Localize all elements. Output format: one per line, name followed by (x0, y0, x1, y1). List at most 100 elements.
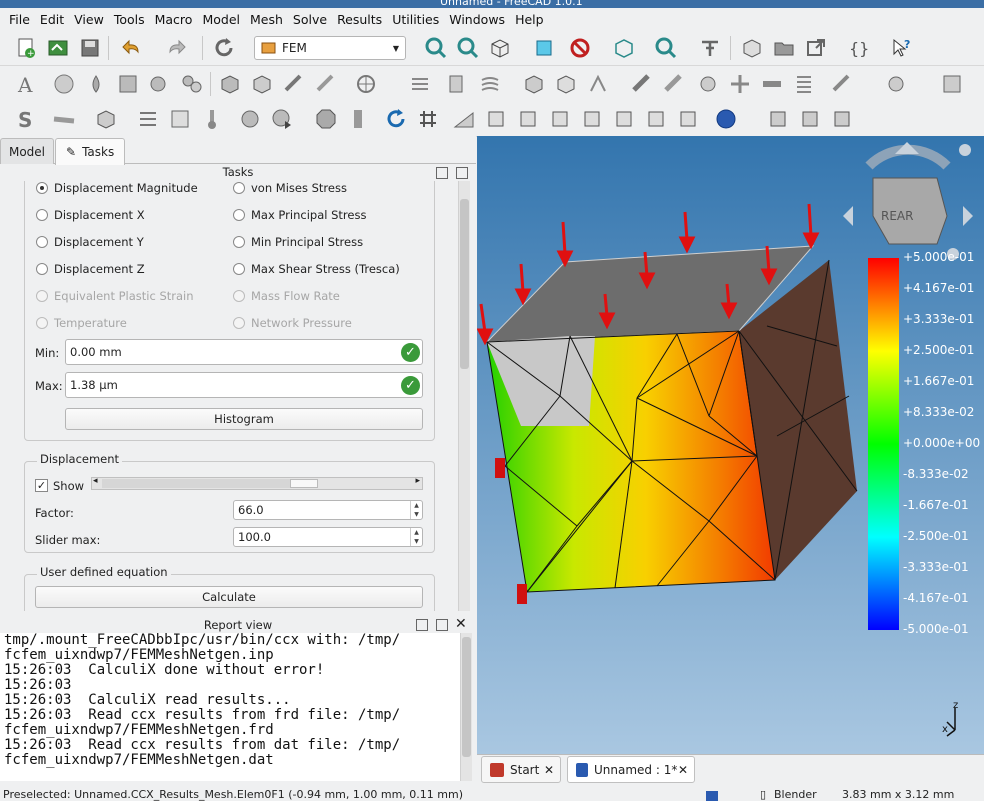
box-icon-3[interactable] (830, 107, 854, 131)
results-spring-icon[interactable] (792, 72, 816, 96)
analysis-annotation-icon[interactable]: A (14, 72, 38, 97)
macro-braces-icon[interactable]: {} (846, 36, 870, 60)
results-mesh-icon[interactable] (728, 72, 752, 96)
solver-equation-icon[interactable] (696, 72, 720, 96)
section-print-icon[interactable] (136, 107, 160, 131)
mesh-icon[interactable] (522, 72, 546, 96)
solver-run-icon[interactable] (662, 72, 686, 96)
element-geometry-icon[interactable] (218, 72, 242, 96)
spin-arrows-icon[interactable]: ▲ ▼ (410, 501, 422, 519)
report-scrollbar[interactable] (460, 633, 472, 781)
animate-icon[interactable] (270, 107, 294, 131)
standard-views-icon[interactable] (488, 36, 512, 60)
thermometer-icon[interactable] (200, 107, 224, 131)
mesh-display-icon[interactable] (168, 107, 192, 131)
undock-panel-icon[interactable] (456, 167, 468, 179)
view-top-icon[interactable] (548, 107, 572, 131)
menu-windows[interactable]: Windows (444, 12, 510, 27)
close-icon[interactable]: ✕ (678, 763, 688, 777)
workbench-selector[interactable]: FEM ▼ (254, 36, 406, 60)
view-iso-icon[interactable] (484, 107, 508, 131)
navigation-cube[interactable]: REAR (843, 142, 973, 260)
open-document-icon[interactable] (46, 36, 70, 60)
undock-report-icon[interactable] (436, 619, 448, 631)
tab-tasks[interactable]: ✎ Tasks (55, 138, 125, 165)
displacement-slider[interactable]: ◂ ▸ (91, 476, 423, 490)
slider-handle[interactable] (290, 479, 318, 488)
menu-file[interactable]: File (4, 12, 35, 27)
radio-max-shear[interactable]: Max Shear Stress (Tresca) (233, 262, 400, 276)
draw-style-status-icon[interactable] (706, 791, 718, 801)
fluid-constraint-icon[interactable] (444, 72, 468, 96)
menu-results[interactable]: Results (332, 12, 387, 27)
menu-macro[interactable]: Macro (150, 12, 198, 27)
material-nonlinear-icon[interactable] (148, 72, 172, 96)
measure-icon[interactable] (532, 36, 556, 60)
electrostatic-icon[interactable] (408, 72, 432, 96)
create-part-icon[interactable] (740, 36, 764, 60)
material-editor-icon[interactable] (116, 72, 140, 96)
menu-solve[interactable]: Solve (288, 12, 332, 27)
fluid-section-icon[interactable] (314, 72, 338, 96)
box-icon-1[interactable] (766, 107, 790, 131)
menu-help[interactable]: Help (510, 12, 549, 27)
factor-spinbox[interactable]: 66.0 ▲ ▼ (233, 500, 423, 520)
calculate-button[interactable]: Calculate (35, 586, 423, 608)
menu-view[interactable]: View (69, 12, 109, 27)
redo-icon[interactable] (164, 36, 188, 60)
solid-sphere-icon[interactable] (52, 72, 76, 96)
tab-start[interactable]: Start ✕ (481, 756, 561, 783)
fit-all-icon[interactable] (424, 36, 448, 60)
create-group-icon[interactable] (772, 36, 796, 60)
float-report-icon[interactable] (416, 619, 428, 631)
menu-mesh[interactable]: Mesh (245, 12, 288, 27)
slider-left-arrow-icon[interactable]: ◂ (93, 476, 98, 486)
mesh-region-icon[interactable] (586, 72, 610, 96)
element-rotation-icon[interactable] (250, 72, 274, 96)
results-clip-icon[interactable] (760, 72, 784, 96)
3d-viewport[interactable]: REAR +5.000e-01 +4.167e-01 +3.333e-01 +2… (477, 136, 984, 754)
grid-icon[interactable] (416, 107, 440, 131)
zoom-icon[interactable] (654, 36, 678, 60)
measure-distance-icon[interactable] (698, 36, 722, 60)
radio-von-mises[interactable]: von Mises Stress (233, 181, 347, 195)
draw-style-icon[interactable] (568, 36, 592, 60)
results-table-icon[interactable] (940, 72, 964, 96)
view-bottom-icon[interactable] (644, 107, 668, 131)
bounding-box-icon[interactable] (612, 36, 636, 60)
thermal-constraint-icon[interactable] (478, 72, 502, 96)
beam-section-icon[interactable] (282, 72, 306, 96)
view-front-icon[interactable] (516, 107, 540, 131)
slope-icon[interactable] (452, 107, 476, 131)
view-right-icon[interactable] (580, 107, 604, 131)
gear-result-icon[interactable] (238, 107, 262, 131)
blue-sphere-icon[interactable] (714, 107, 738, 131)
view-left-icon[interactable] (676, 107, 700, 131)
fit-selection-icon[interactable] (456, 36, 480, 60)
slider-right-arrow-icon[interactable]: ▸ (415, 476, 420, 486)
bar-icon[interactable] (346, 107, 370, 131)
radio-max-principal[interactable]: Max Principal Stress (233, 208, 366, 222)
show-displacement-checkbox[interactable]: ✓ (35, 479, 48, 492)
radio-displacement-y[interactable]: Displacement Y (36, 235, 144, 249)
stop-icon[interactable] (314, 107, 338, 131)
radio-displacement-x[interactable]: Displacement X (36, 208, 145, 222)
material-mix-icon[interactable] (180, 72, 204, 96)
tab-model[interactable]: Model (0, 138, 54, 164)
close-icon[interactable]: ✕ (544, 763, 554, 777)
menu-utilities[interactable]: Utilities (387, 12, 444, 27)
shell-icon[interactable] (94, 107, 118, 131)
sketch-s-icon[interactable]: S (14, 107, 38, 132)
menu-model[interactable]: Model (197, 12, 245, 27)
solver-icon[interactable] (630, 72, 654, 96)
new-document-icon[interactable]: + (14, 36, 38, 60)
view-rear-icon[interactable] (612, 107, 636, 131)
mesh-netgen-icon[interactable] (554, 72, 578, 96)
navigation-style[interactable]: Blender (774, 786, 817, 801)
sync-view-icon[interactable] (384, 107, 408, 131)
menu-edit[interactable]: Edit (35, 12, 69, 27)
close-icon[interactable]: ✕ (455, 615, 467, 633)
menu-tools[interactable]: Tools (109, 12, 150, 27)
tab-unnamed[interactable]: Unnamed : 1* ✕ (567, 756, 695, 783)
radio-displacement-z[interactable]: Displacement Z (36, 262, 145, 276)
